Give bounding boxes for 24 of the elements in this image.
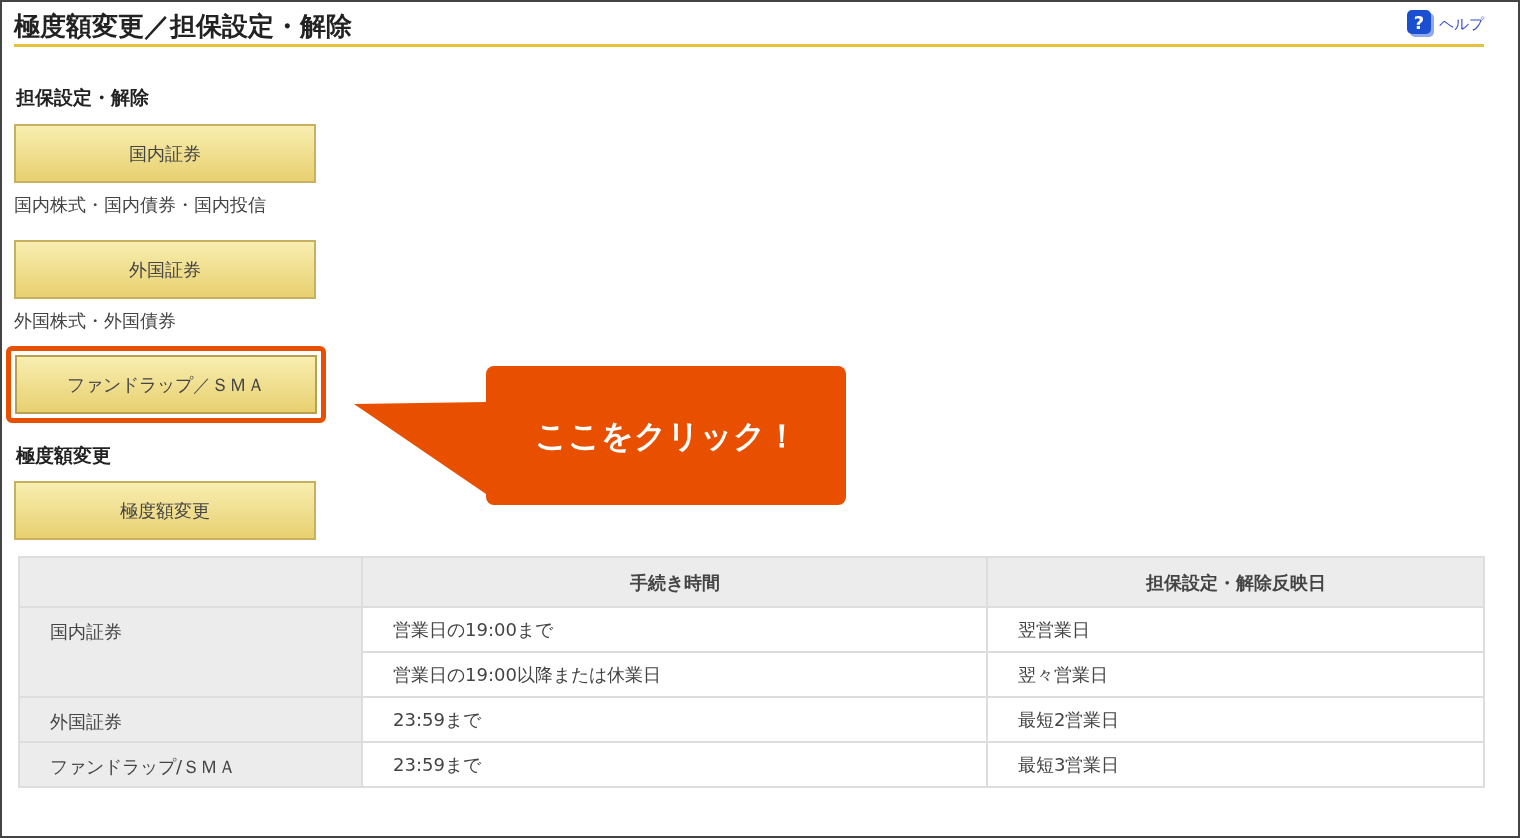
column-header: 手続き時間	[362, 557, 987, 607]
table-cell: 23:59まで	[362, 697, 987, 742]
table-cell: 翌営業日	[987, 607, 1484, 652]
column-header: 担保設定・解除反映日	[987, 557, 1484, 607]
section-button[interactable]: 極度額変更	[14, 481, 316, 540]
table-cell: 最短3営業日	[987, 742, 1484, 787]
help-icon: ?	[1407, 10, 1435, 38]
table-cell: 国内証券	[19, 607, 362, 697]
table-cell: 営業日の19:00まで	[362, 607, 987, 652]
section-button[interactable]: 国内証券	[14, 123, 316, 183]
table-cell: 23:59まで	[362, 742, 987, 787]
table-cell: 最短2営業日	[987, 697, 1484, 742]
section-heading: 担保設定・解除	[16, 85, 149, 110]
table-cell: ファンドラップ/ＳＭＡ	[19, 742, 362, 787]
button-note: 国内株式・国内債券・国内投信	[14, 192, 266, 217]
section-button[interactable]: 外国証券	[14, 239, 316, 299]
page-title: 極度額変更／担保設定・解除	[14, 10, 352, 42]
button-note: 外国株式・外国債券	[14, 308, 176, 333]
table-cell: 翌々営業日	[987, 652, 1484, 697]
help-link[interactable]: ? ヘルプ	[1407, 10, 1484, 38]
section-button[interactable]: ファンドラップ／ＳＭＡ	[15, 354, 317, 414]
table-cell: 営業日の19:00以降または休業日	[362, 652, 987, 697]
section-heading: 極度額変更	[16, 442, 111, 468]
table-cell: 外国証券	[19, 697, 362, 742]
